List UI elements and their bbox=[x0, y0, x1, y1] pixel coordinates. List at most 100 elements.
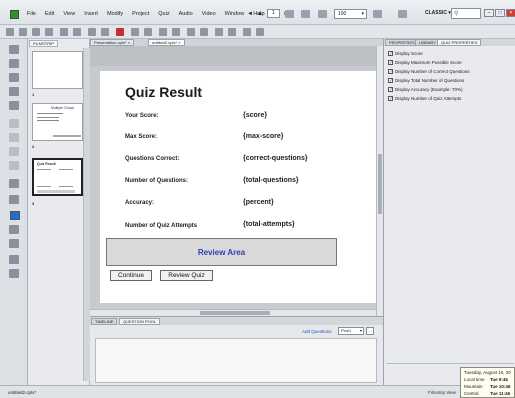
option-display-quiz-attempts[interactable]: ✓ Display Number of Quiz Attempts bbox=[388, 96, 461, 101]
minimize-icon[interactable]: – bbox=[484, 9, 494, 17]
current-page-input[interactable]: 1 bbox=[266, 9, 280, 18]
tab-question-pool[interactable]: QUESTION POOL bbox=[119, 318, 161, 325]
checkbox-checked-icon[interactable]: ✓ bbox=[388, 51, 393, 56]
score-variable[interactable]: {score} bbox=[243, 112, 267, 119]
redo-icon[interactable] bbox=[45, 28, 53, 36]
button-tool-icon[interactable] bbox=[9, 133, 19, 142]
tab-close-icon[interactable]: × bbox=[178, 40, 180, 45]
checkbox-checked-icon[interactable]: ✓ bbox=[388, 96, 393, 101]
rollover-icon[interactable] bbox=[159, 28, 167, 36]
stage-vertical-scrollbar[interactable] bbox=[376, 46, 383, 316]
undo-icon[interactable] bbox=[32, 28, 40, 36]
percent-variable[interactable]: {percent} bbox=[243, 199, 274, 206]
stage-vscroll-thumb[interactable] bbox=[378, 154, 382, 214]
menu-modify[interactable]: Modify bbox=[107, 11, 123, 17]
correct-questions-variable[interactable]: {correct-questions} bbox=[243, 155, 308, 162]
total-questions-variable[interactable]: {total-questions} bbox=[243, 177, 299, 184]
record-dot-icon[interactable] bbox=[116, 28, 124, 36]
paint-bucket-icon[interactable] bbox=[9, 239, 19, 248]
question-slide-icon[interactable] bbox=[228, 28, 236, 36]
panel-toggle-icon[interactable] bbox=[398, 10, 407, 18]
menu-video[interactable]: Video bbox=[202, 11, 216, 17]
maximize-icon[interactable]: □ bbox=[495, 9, 505, 17]
your-score-label[interactable]: Your Score: bbox=[125, 113, 159, 119]
grid-icon[interactable] bbox=[256, 28, 264, 36]
option-display-accuracy[interactable]: ✓ Display Accuracy (Example: 70%) bbox=[388, 87, 463, 92]
move-tool-icon[interactable] bbox=[9, 255, 19, 264]
checkbox-checked-icon[interactable]: ✓ bbox=[388, 60, 393, 65]
audio-icon[interactable] bbox=[187, 28, 195, 36]
copy-icon[interactable] bbox=[73, 28, 81, 36]
line-tool-icon[interactable] bbox=[9, 179, 19, 188]
widget-icon[interactable] bbox=[215, 28, 223, 36]
checkbox-checked-icon[interactable]: ✓ bbox=[388, 78, 393, 83]
accuracy-label[interactable]: Accuracy: bbox=[125, 200, 154, 206]
text-entry-tool-icon[interactable] bbox=[9, 147, 19, 156]
tab-properties[interactable]: PROPERTIES bbox=[385, 39, 419, 46]
click-box-tool-icon[interactable] bbox=[9, 119, 19, 128]
help-search-input[interactable]: ⚲ bbox=[451, 8, 481, 19]
max-score-variable[interactable]: {max-score} bbox=[243, 133, 283, 140]
menu-project[interactable]: Project bbox=[132, 11, 149, 17]
save-icon[interactable] bbox=[19, 28, 27, 36]
highlight-icon[interactable] bbox=[131, 28, 139, 36]
total-attempts-variable[interactable]: {total-attempts} bbox=[243, 221, 295, 228]
eyedropper-tool-icon[interactable] bbox=[9, 269, 19, 278]
quiz-result-title[interactable]: Quiz Result bbox=[125, 84, 202, 100]
pool-select[interactable]: Pool1 bbox=[338, 327, 364, 335]
next-slide-icon[interactable]: ▲ bbox=[257, 11, 263, 17]
zoom-select[interactable]: 100 bbox=[334, 9, 367, 19]
table-icon[interactable] bbox=[243, 28, 251, 36]
question-pool-list[interactable] bbox=[95, 338, 377, 383]
new-icon[interactable] bbox=[6, 28, 14, 36]
stage-hscroll-thumb[interactable] bbox=[200, 311, 270, 315]
option-display-correct-questions[interactable]: ✓ Display Number of Correct Questions bbox=[388, 69, 470, 74]
image-tool-icon[interactable] bbox=[9, 87, 19, 96]
record-icon[interactable] bbox=[318, 10, 327, 18]
slide-thumbnail-1[interactable] bbox=[32, 51, 83, 89]
filmstrip-scrollbar[interactable] bbox=[83, 48, 90, 381]
option-display-max-score[interactable]: ✓ Display Maximum Possible Score bbox=[388, 60, 462, 65]
continue-button[interactable]: Continue bbox=[110, 270, 152, 281]
cut-icon[interactable] bbox=[60, 28, 68, 36]
zoom-area-icon[interactable] bbox=[144, 28, 152, 36]
stage-horizontal-scrollbar[interactable] bbox=[90, 309, 376, 316]
tab-quiz-properties[interactable]: QUIZ PROPERTIES bbox=[437, 39, 482, 46]
video-icon[interactable] bbox=[200, 28, 208, 36]
add-questions-link[interactable]: Add Questions bbox=[302, 329, 332, 334]
menu-insert[interactable]: Insert bbox=[84, 11, 98, 17]
publish-icon[interactable] bbox=[301, 10, 310, 18]
image-icon[interactable] bbox=[101, 28, 109, 36]
slide-canvas[interactable]: Quiz Result Your Score: {score} Max Scor… bbox=[100, 71, 377, 303]
layout-icon[interactable] bbox=[373, 10, 382, 18]
review-quiz-button[interactable]: Review Quiz bbox=[160, 270, 213, 281]
quiz-attempts-label[interactable]: Number of Quiz Attempts bbox=[125, 223, 197, 229]
stroke-tool-icon[interactable] bbox=[9, 225, 19, 234]
menu-window[interactable]: Window bbox=[225, 11, 245, 17]
checkbox-checked-icon[interactable]: ✓ bbox=[388, 69, 393, 74]
questions-correct-label[interactable]: Questions Correct: bbox=[125, 156, 179, 162]
number-of-questions-label[interactable]: Number of Questions: bbox=[125, 178, 188, 184]
workspace-switcher[interactable]: CLASSIC ▾ bbox=[425, 10, 451, 16]
animation-icon[interactable] bbox=[172, 28, 180, 36]
filmstrip-tab[interactable]: FILMSTRIP bbox=[29, 40, 58, 47]
text-tool-icon[interactable] bbox=[9, 73, 19, 82]
tab-untitled2[interactable]: untitled2.cptx* × bbox=[148, 39, 185, 46]
close-icon[interactable]: × bbox=[506, 9, 515, 17]
review-area-box[interactable]: Review Area bbox=[106, 238, 337, 266]
menu-edit[interactable]: Edit bbox=[45, 11, 54, 17]
tab-close-icon[interactable]: × bbox=[128, 40, 130, 45]
menu-view[interactable]: View bbox=[63, 11, 75, 17]
text-caption-icon[interactable] bbox=[88, 28, 96, 36]
fill-color-swatch[interactable] bbox=[10, 211, 20, 220]
option-display-total-questions[interactable]: ✓ Display Total Number of Questions bbox=[388, 78, 464, 83]
menu-quiz[interactable]: Quiz bbox=[158, 11, 169, 17]
slide-thumbnail-2[interactable]: Multiple Choice bbox=[32, 103, 83, 141]
slide-thumbnail-3[interactable]: Quiz Result bbox=[32, 158, 83, 196]
zoom-tool-icon[interactable] bbox=[9, 161, 19, 170]
max-score-label[interactable]: Max Score: bbox=[125, 134, 157, 140]
tab-timeline[interactable]: TIMELINE bbox=[91, 318, 118, 325]
menu-file[interactable]: File bbox=[27, 11, 36, 17]
highlight-tool-icon[interactable] bbox=[9, 101, 19, 110]
menu-audio[interactable]: Audio bbox=[179, 11, 193, 17]
